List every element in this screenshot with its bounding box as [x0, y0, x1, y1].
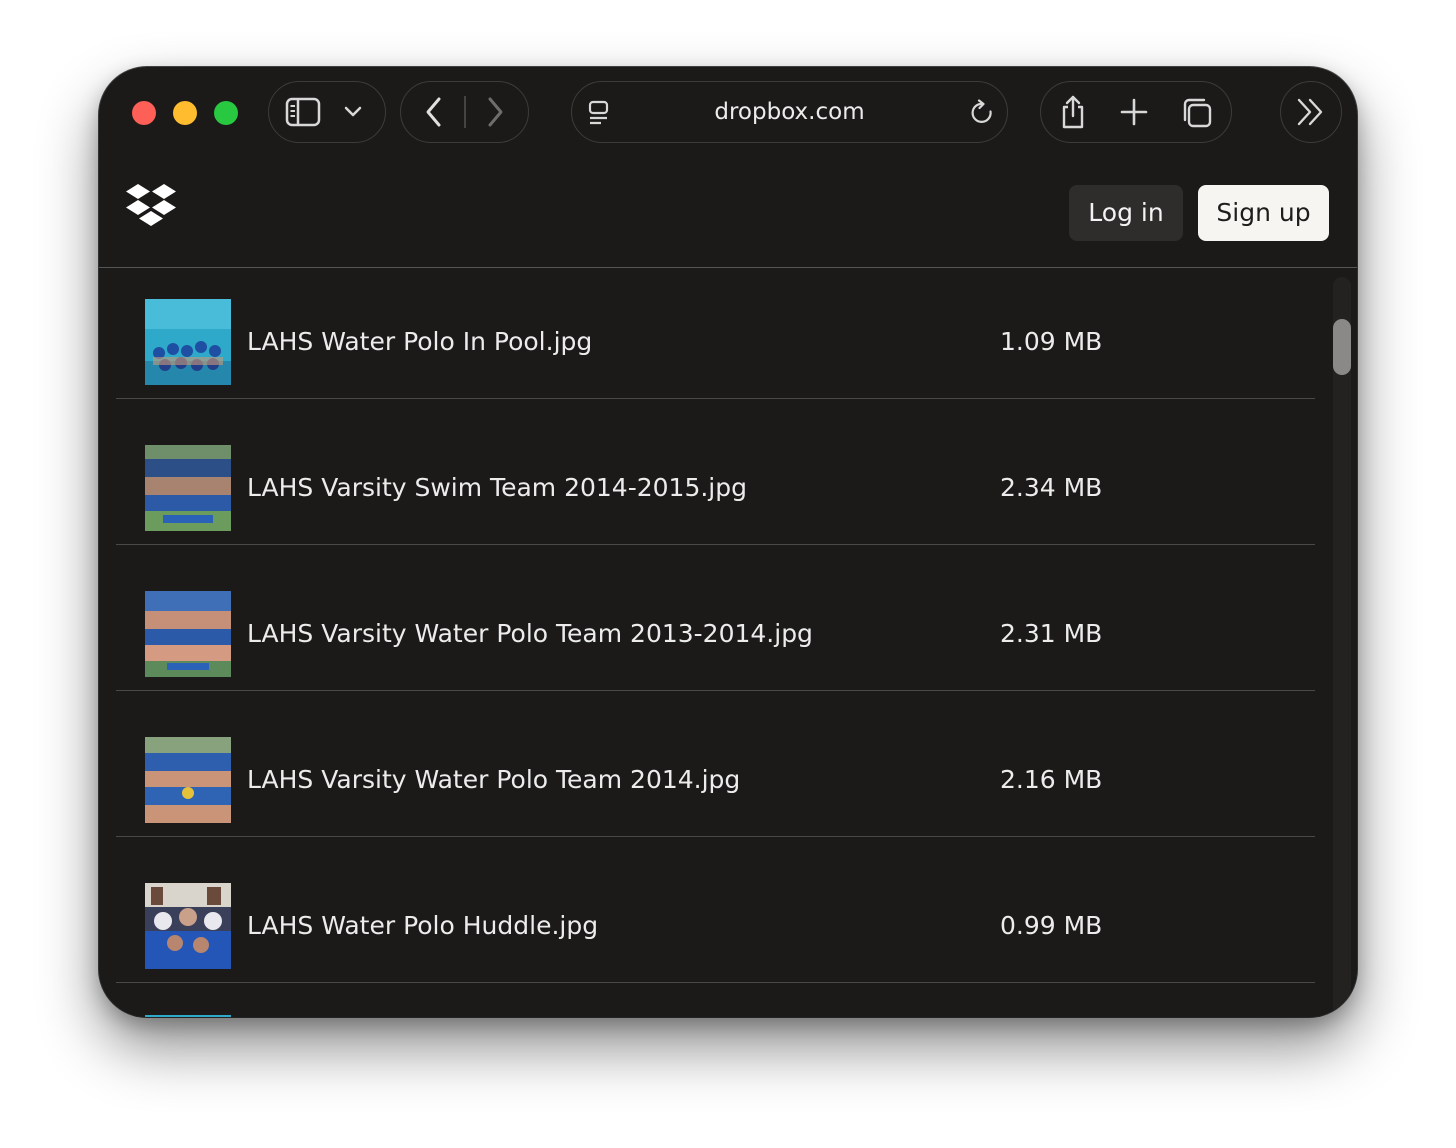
file-thumbnail[interactable]	[145, 591, 231, 677]
plus-icon	[1120, 98, 1148, 126]
close-window-button[interactable]	[132, 101, 156, 125]
share-button[interactable]	[1055, 92, 1091, 132]
navigation-group	[400, 81, 529, 143]
file-name[interactable]: LAHS Varsity Swim Team 2014-2015.jpg	[247, 473, 747, 502]
file-thumbnail[interactable]	[145, 883, 231, 969]
actions-group	[1040, 81, 1232, 143]
file-size: 2.16 MB	[1000, 765, 1103, 794]
file-row[interactable]: LAHS Varsity Water Polo Team 2013-2014.j…	[116, 545, 1315, 691]
back-icon	[426, 97, 441, 127]
scrollbar-thumb[interactable]	[1333, 319, 1351, 375]
image-thumbnail-icon	[145, 445, 231, 531]
file-thumbnail[interactable]	[145, 737, 231, 823]
file-size: 2.34 MB	[1000, 473, 1103, 502]
dropbox-logo-icon	[126, 184, 176, 226]
image-thumbnail-icon	[145, 299, 231, 385]
file-size: 0.99 MB	[1000, 911, 1103, 940]
file-name[interactable]: LAHS Water Polo Huddle.jpg	[247, 911, 598, 940]
image-thumbnail-icon	[145, 737, 231, 823]
file-row[interactable]: LAHS Varsity Swim Team 2014-2015.jpg 2.3…	[116, 399, 1315, 545]
sidebar-icon	[285, 97, 321, 127]
double-chevron-right-icon	[1297, 98, 1323, 126]
file-size: 1.09 MB	[1000, 327, 1103, 356]
site-header: Log in Sign up	[99, 159, 1357, 268]
file-size: 2.31 MB	[1000, 619, 1103, 648]
reload-button[interactable]	[969, 99, 997, 127]
browser-toolbar: dropbox.com	[99, 67, 1357, 159]
zoom-window-button[interactable]	[214, 101, 238, 125]
sign-up-button[interactable]: Sign up	[1198, 185, 1329, 241]
log-in-button[interactable]: Log in	[1069, 185, 1183, 241]
forward-icon	[488, 97, 503, 127]
sidebar-toggle-button[interactable]	[281, 94, 325, 130]
file-row[interactable]: LAHS Water Polo Huddle.jpg 0.99 MB	[116, 837, 1315, 983]
tabs-icon	[1183, 98, 1212, 128]
url-text[interactable]: dropbox.com	[572, 82, 1007, 144]
nav-divider	[464, 96, 466, 128]
address-bar[interactable]: dropbox.com	[571, 81, 1008, 143]
file-list: LAHS Water Polo In Pool.jpg 1.09 MB LAHS…	[99, 269, 1357, 1017]
image-thumbnail-icon	[145, 883, 231, 969]
file-row[interactable]: LAHS Varsity Water Polo Team 2014.jpg 2.…	[116, 691, 1315, 837]
dropbox-logo[interactable]	[125, 181, 177, 227]
browser-window: dropbox.com Log in Sign up LAHS Water Po…	[99, 67, 1357, 1017]
file-thumbnail[interactable]	[145, 299, 231, 385]
file-name[interactable]: LAHS Varsity Water Polo Team 2013-2014.j…	[247, 619, 813, 648]
next-file-thumbnail-edge	[145, 1015, 231, 1017]
back-button[interactable]	[417, 95, 451, 129]
more-toolbar-items-button[interactable]	[1280, 81, 1342, 143]
scrollbar-track[interactable]	[1333, 277, 1351, 1017]
file-name[interactable]: LAHS Water Polo In Pool.jpg	[247, 327, 592, 356]
minimize-window-button[interactable]	[173, 101, 197, 125]
file-row[interactable]: LAHS Water Polo In Pool.jpg 1.09 MB	[116, 269, 1315, 399]
image-thumbnail-icon	[145, 591, 231, 677]
file-name[interactable]: LAHS Varsity Water Polo Team 2014.jpg	[247, 765, 740, 794]
forward-button[interactable]	[478, 95, 512, 129]
tab-group-dropdown-button[interactable]	[341, 100, 365, 124]
reload-icon	[971, 99, 992, 123]
file-thumbnail[interactable]	[145, 445, 231, 531]
new-tab-button[interactable]	[1118, 96, 1150, 128]
sidebar-toggle-group	[268, 81, 386, 143]
share-icon	[1062, 95, 1084, 129]
chevron-down-icon	[344, 106, 362, 117]
more-items-icon-wrap	[1295, 97, 1327, 127]
tab-overview-button[interactable]	[1179, 95, 1215, 131]
